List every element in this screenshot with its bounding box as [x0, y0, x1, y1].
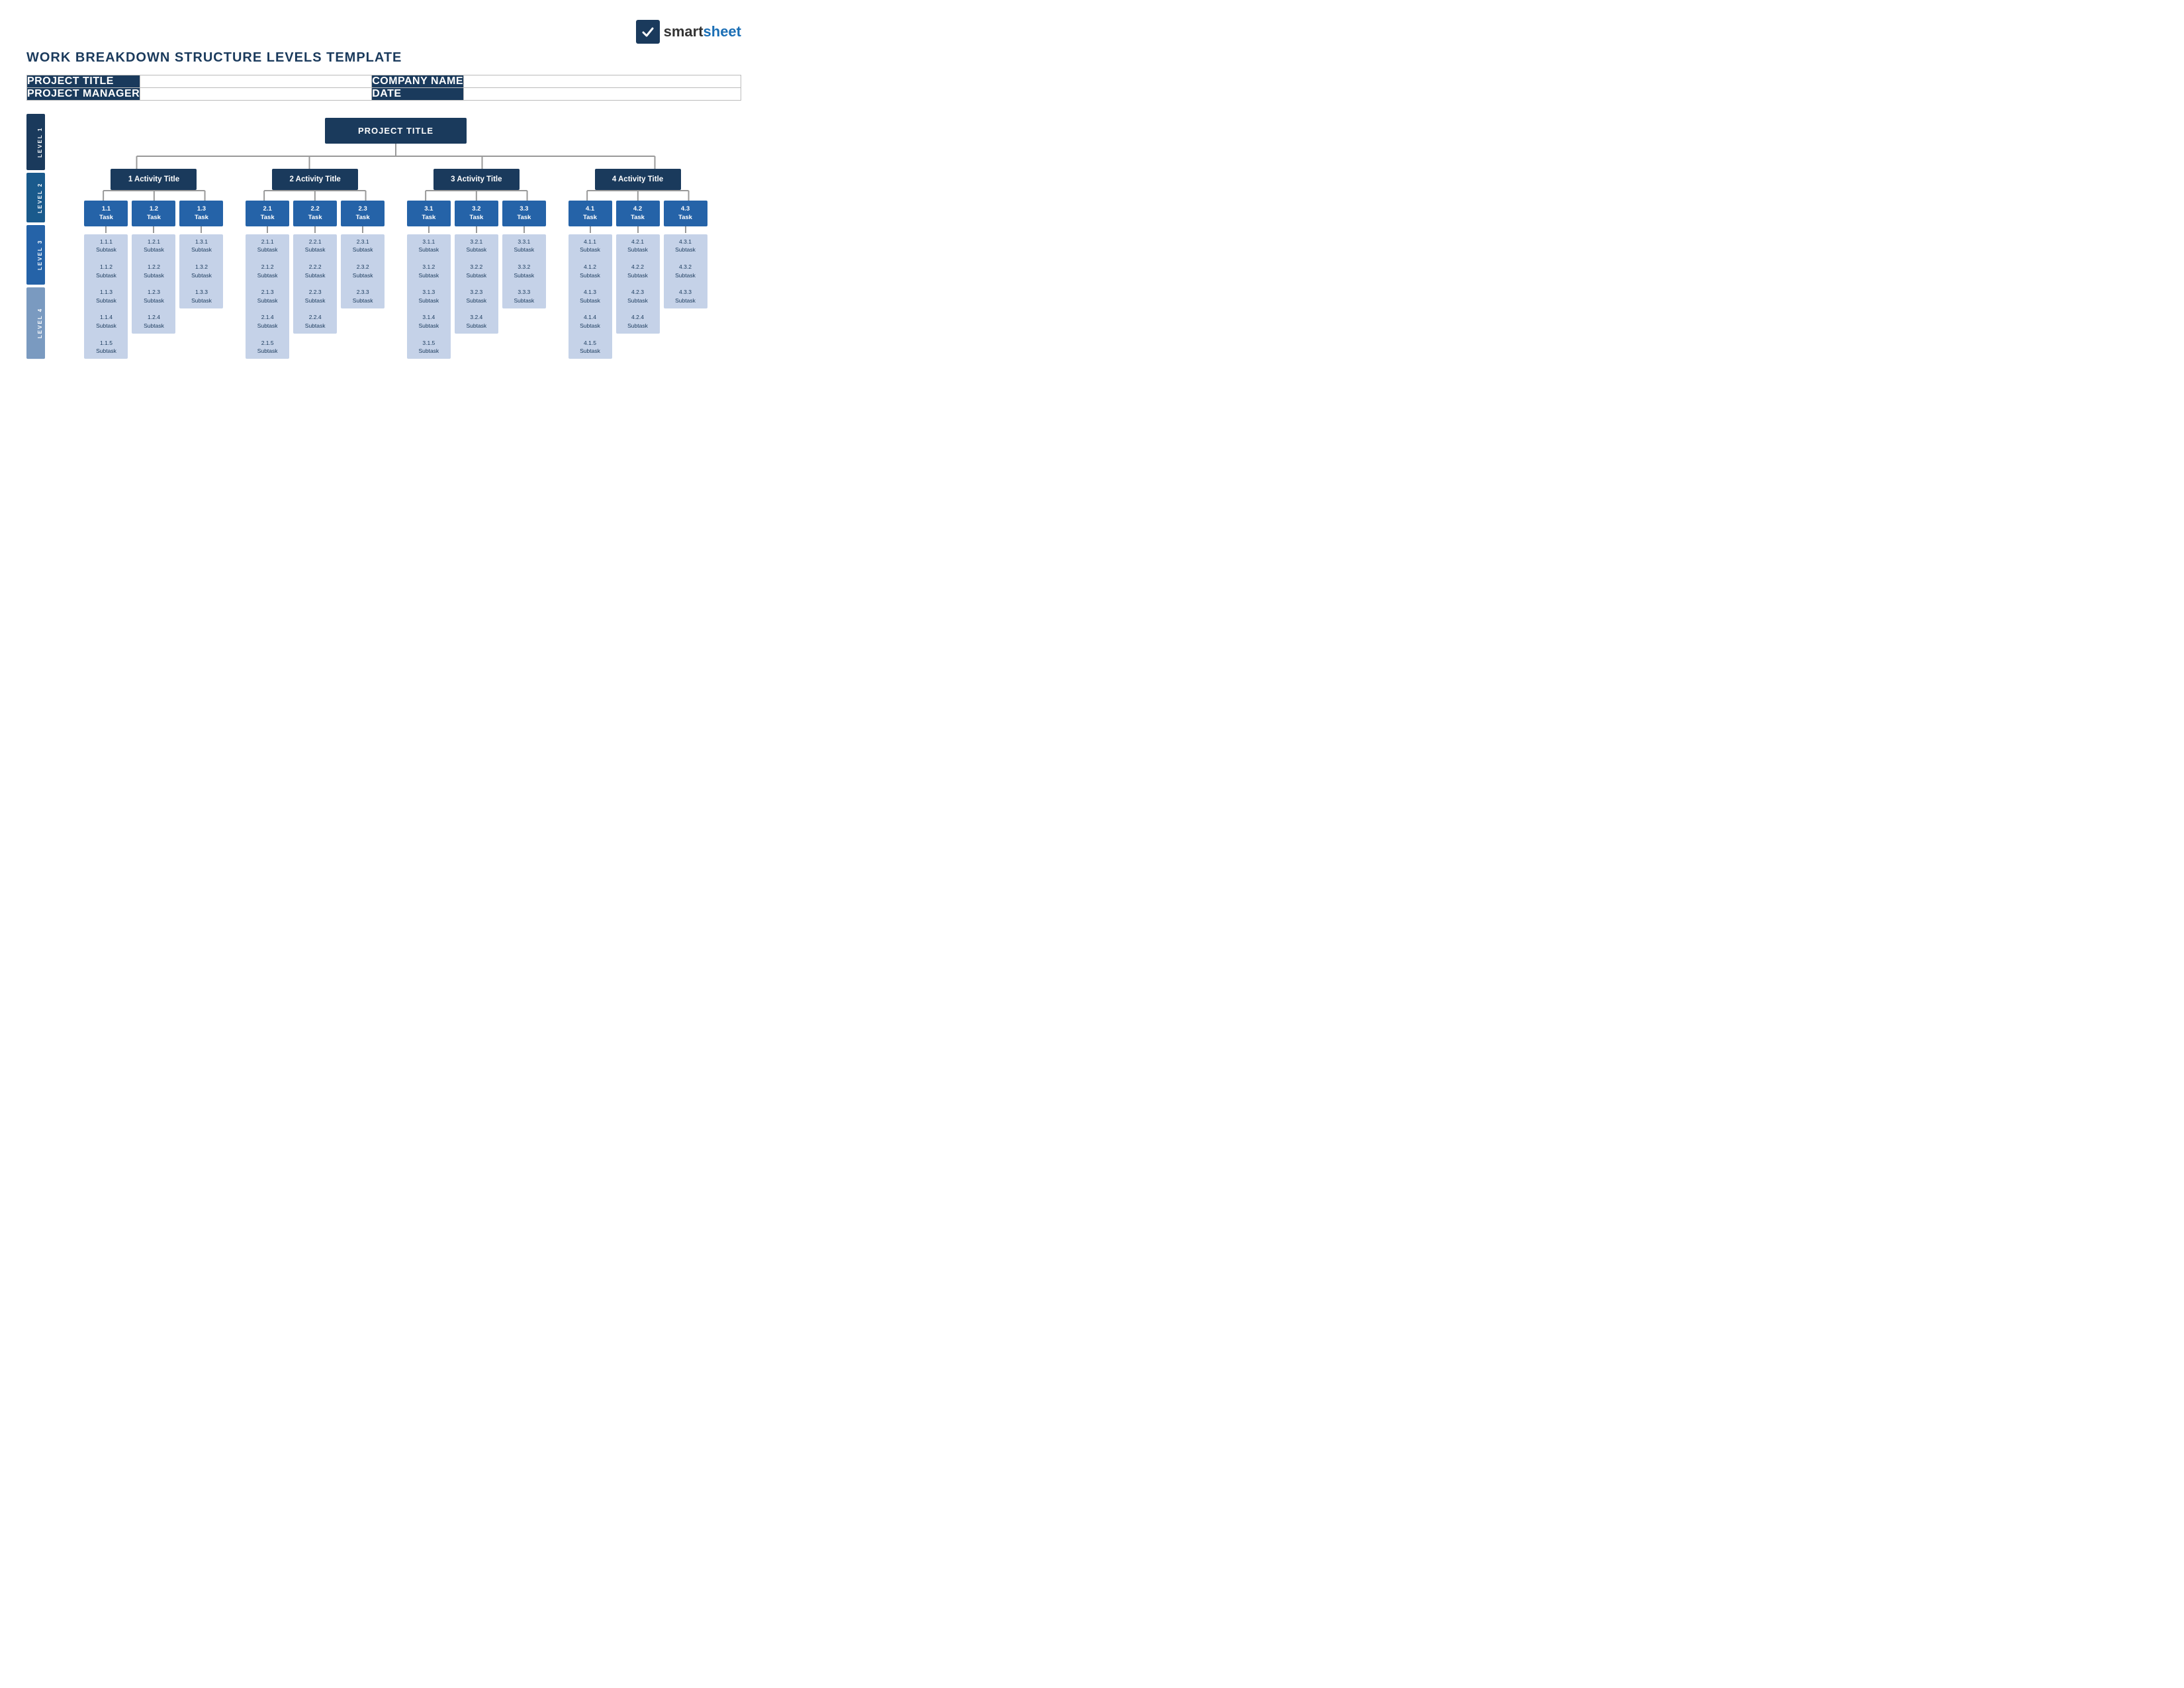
project-title-node: PROJECT TITLE — [325, 118, 467, 144]
task-2-1-group: 2.1Task 2.1.1Subtask2.1.2Subtask2.1.3Sub… — [246, 201, 289, 359]
task-2-2-group: 2.2Task 2.2.1Subtask2.2.2Subtask2.2.3Sub… — [293, 201, 337, 359]
subtask-4-1-node: 4.1.1Subtask4.1.2Subtask4.1.3Subtask4.1.… — [569, 234, 612, 359]
task-1-2-node: 1.2Task — [132, 201, 175, 226]
activity-2-group: 2 Activity Title 2.1Task — [239, 169, 391, 359]
task-4-2-node: 4.2Task — [616, 201, 660, 226]
project-title-label: PROJECT TITLE — [27, 75, 140, 88]
level1-row: PROJECT TITLE — [50, 114, 741, 144]
level3-label: LEVEL 3 — [26, 225, 45, 285]
task23-vline — [362, 226, 363, 233]
act1-branch — [78, 190, 230, 201]
company-name-value[interactable] — [464, 75, 741, 88]
subtask-1-2-node: 1.2.1Subtask1.2.2Subtask1.2.3Subtask1.2.… — [132, 234, 175, 334]
act3-tasks-row: 3.1Task 3.1.1Subtask3.1.2Subtask3.1.3Sub… — [407, 201, 546, 359]
subtask-3-3-node: 3.3.1Subtask3.3.2Subtask3.3.3Subtask — [502, 234, 546, 308]
activity-2-node: 2 Activity Title — [272, 169, 358, 190]
task-2-3-node: 2.3Task — [341, 201, 385, 226]
activity-4-group: 4 Activity Title 4.1Task — [562, 169, 714, 359]
project-manager-value[interactable] — [140, 88, 372, 101]
act2-tasks-row: 2.1Task 2.1.1Subtask2.1.2Subtask2.1.3Sub… — [246, 201, 385, 359]
task-1-3-group: 1.3Task 1.3.1Subtask1.3.2Subtask1.3.3Sub… — [179, 201, 223, 359]
level4-label: LEVEL 4 — [26, 287, 45, 359]
subtask-1-3-node: 1.3.1Subtask1.3.2Subtask1.3.3Subtask — [179, 234, 223, 308]
task-3-3-node: 3.3Task — [502, 201, 546, 226]
task41-vline — [590, 226, 591, 233]
smartsheet-logo: smartsheet — [636, 20, 741, 44]
activity-3-node: 3 Activity Title — [433, 169, 520, 190]
date-value[interactable] — [464, 88, 741, 101]
task21-vline — [267, 226, 268, 233]
task13-vline — [201, 226, 202, 233]
l1-to-branch-line — [395, 144, 396, 156]
task-1-3-node: 1.3Task — [179, 201, 223, 226]
date-label: DATE — [372, 88, 464, 101]
task-3-1-group: 3.1Task 3.1.1Subtask3.1.2Subtask3.1.3Sub… — [407, 201, 451, 359]
task-4-3-node: 4.3Task — [664, 201, 707, 226]
subtask-2-2-node: 2.2.1Subtask2.2.2Subtask2.2.3Subtask2.2.… — [293, 234, 337, 334]
page-title: WORK BREAKDOWN STRUCTURE LEVELS TEMPLATE — [26, 50, 741, 66]
act4-branch-svg — [562, 190, 714, 201]
activity-1-group: 1 Activity Title — [78, 169, 230, 359]
task12-vline — [153, 226, 154, 233]
branch-svg — [50, 156, 741, 169]
task43-vline — [685, 226, 686, 233]
subtask-2-3-node: 2.3.1Subtask2.3.2Subtask2.3.3Subtask — [341, 234, 385, 308]
task-1-2-group: 1.2Task 1.2.1Subtask1.2.2Subtask1.2.3Sub… — [132, 201, 175, 359]
act3-branch-svg — [400, 190, 553, 201]
level2-label: LEVEL 2 — [26, 173, 45, 222]
subtask-4-2-node: 4.2.1Subtask4.2.2Subtask4.2.3Subtask4.2.… — [616, 234, 660, 334]
wbs-chart: LEVEL 1 LEVEL 2 LEVEL 3 LEVEL 4 PROJECT … — [26, 114, 741, 359]
act3-branch — [400, 190, 553, 201]
task-1-1-group: 1.1Task 1.1.1Subtask1.1.2Subtask1.1.3Sub… — [84, 201, 128, 359]
level-labels-sidebar: LEVEL 1 LEVEL 2 LEVEL 3 LEVEL 4 — [26, 114, 45, 359]
logo-area: smartsheet — [26, 20, 741, 44]
task-3-3-group: 3.3Task 3.3.1Subtask3.3.2Subtask3.3.3Sub… — [502, 201, 546, 359]
task42-vline — [637, 226, 639, 233]
info-table: PROJECT TITLE COMPANY NAME PROJECT MANAG… — [26, 75, 741, 101]
activity-3-group: 3 Activity Title 3.1Task — [400, 169, 553, 359]
level1-label: LEVEL 1 — [26, 114, 45, 170]
task11-vline — [105, 226, 107, 233]
subtask-1-1-node: 1.1.1Subtask1.1.2Subtask1.1.3Subtask1.1.… — [84, 234, 128, 359]
act1-branch-svg — [78, 190, 230, 201]
subtask-3-2-node: 3.2.1Subtask3.2.2Subtask3.2.3Subtask3.2.… — [455, 234, 498, 334]
act4-tasks-row: 4.1Task 4.1.1Subtask4.1.2Subtask4.1.3Sub… — [569, 201, 707, 359]
activity-4-node: 4 Activity Title — [595, 169, 681, 190]
task22-vline — [314, 226, 316, 233]
task32-vline — [476, 226, 477, 233]
task-2-2-node: 2.2Task — [293, 201, 337, 226]
subtask-2-1-node: 2.1.1Subtask2.1.2Subtask2.1.3Subtask2.1.… — [246, 234, 289, 359]
logo-text: smartsheet — [664, 23, 741, 40]
task-4-2-group: 4.2Task 4.2.1Subtask4.2.2Subtask4.2.3Sub… — [616, 201, 660, 359]
task33-vline — [523, 226, 525, 233]
project-manager-label: PROJECT MANAGER — [27, 88, 140, 101]
checkmark-icon — [641, 24, 655, 39]
task-4-3-group: 4.3Task 4.3.1Subtask4.3.2Subtask4.3.3Sub… — [664, 201, 707, 359]
task-3-2-node: 3.2Task — [455, 201, 498, 226]
logo-checkmark-box — [636, 20, 660, 44]
act2-branch-svg — [239, 190, 391, 201]
task-3-1-node: 3.1Task — [407, 201, 451, 226]
activity-1-node: 1 Activity Title — [111, 169, 197, 190]
task-4-1-node: 4.1Task — [569, 201, 612, 226]
task-4-1-group: 4.1Task 4.1.1Subtask4.1.2Subtask4.1.3Sub… — [569, 201, 612, 359]
act1-tasks-row: 1.1Task 1.1.1Subtask1.1.2Subtask1.1.3Sub… — [84, 201, 223, 359]
task31-vline — [428, 226, 430, 233]
company-name-label: COMPANY NAME — [372, 75, 464, 88]
task-1-1-node: 1.1Task — [84, 201, 128, 226]
task-2-3-group: 2.3Task 2.3.1Subtask2.3.2Subtask2.3.3Sub… — [341, 201, 385, 359]
subtask-3-1-node: 3.1.1Subtask3.1.2Subtask3.1.3Subtask3.1.… — [407, 234, 451, 359]
task-2-1-node: 2.1Task — [246, 201, 289, 226]
act2-branch — [239, 190, 391, 201]
level2-activities-row: 1 Activity Title — [50, 169, 741, 359]
task-3-2-group: 3.2Task 3.2.1Subtask3.2.2Subtask3.2.3Sub… — [455, 201, 498, 359]
act4-branch — [562, 190, 714, 201]
chart-content: PROJECT TITLE — [50, 114, 741, 359]
subtask-4-3-node: 4.3.1Subtask4.3.2Subtask4.3.3Subtask — [664, 234, 707, 308]
page-container: smartsheet WORK BREAKDOWN STRUCTURE LEVE… — [26, 20, 741, 359]
project-title-value[interactable] — [140, 75, 372, 88]
branch-connector-area — [50, 156, 741, 169]
